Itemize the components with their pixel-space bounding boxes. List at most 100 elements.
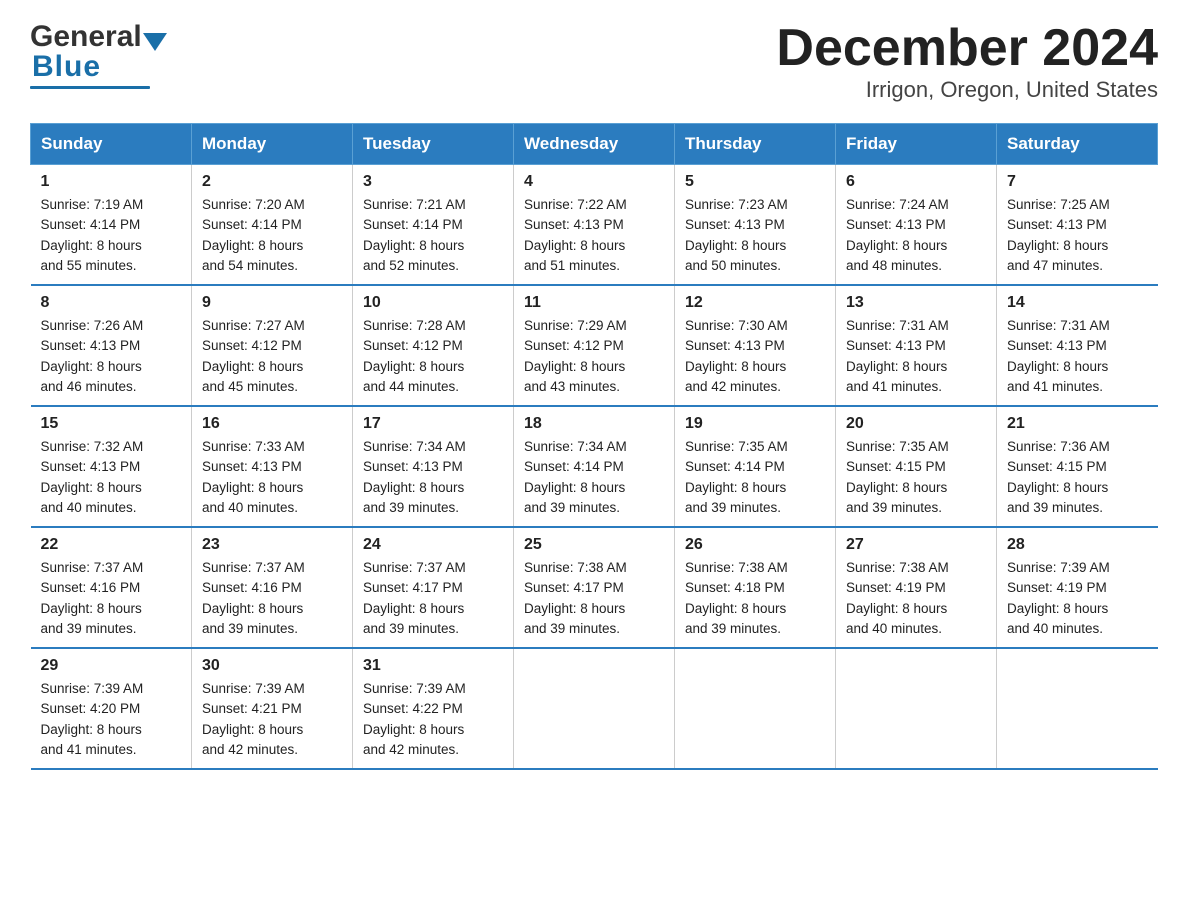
day-number: 5: [685, 173, 825, 191]
calendar-cell: 26 Sunrise: 7:38 AM Sunset: 4:18 PM Dayl…: [675, 527, 836, 648]
day-info: Sunrise: 7:26 AM Sunset: 4:13 PM Dayligh…: [41, 316, 182, 397]
calendar-cell: 15 Sunrise: 7:32 AM Sunset: 4:13 PM Dayl…: [31, 406, 192, 527]
day-number: 29: [41, 657, 182, 675]
logo-blue-text: Blue: [32, 50, 101, 84]
calendar-cell: 17 Sunrise: 7:34 AM Sunset: 4:13 PM Dayl…: [353, 406, 514, 527]
calendar-cell: 7 Sunrise: 7:25 AM Sunset: 4:13 PM Dayli…: [997, 165, 1158, 286]
header-sunday: Sunday: [31, 124, 192, 165]
header-monday: Monday: [192, 124, 353, 165]
day-number: 23: [202, 536, 342, 554]
day-number: 11: [524, 294, 664, 312]
calendar-cell: 22 Sunrise: 7:37 AM Sunset: 4:16 PM Dayl…: [31, 527, 192, 648]
calendar-cell: 2 Sunrise: 7:20 AM Sunset: 4:14 PM Dayli…: [192, 165, 353, 286]
calendar-cell: [514, 648, 675, 769]
calendar-subtitle: Irrigon, Oregon, United States: [776, 77, 1158, 103]
day-info: Sunrise: 7:21 AM Sunset: 4:14 PM Dayligh…: [363, 195, 503, 276]
header-tuesday: Tuesday: [353, 124, 514, 165]
day-number: 20: [846, 415, 986, 433]
day-number: 10: [363, 294, 503, 312]
day-info: Sunrise: 7:32 AM Sunset: 4:13 PM Dayligh…: [41, 437, 182, 518]
week-row-1: 1 Sunrise: 7:19 AM Sunset: 4:14 PM Dayli…: [31, 165, 1158, 286]
day-info: Sunrise: 7:36 AM Sunset: 4:15 PM Dayligh…: [1007, 437, 1148, 518]
day-number: 1: [41, 173, 182, 191]
day-info: Sunrise: 7:23 AM Sunset: 4:13 PM Dayligh…: [685, 195, 825, 276]
day-info: Sunrise: 7:35 AM Sunset: 4:15 PM Dayligh…: [846, 437, 986, 518]
calendar-cell: [997, 648, 1158, 769]
day-info: Sunrise: 7:31 AM Sunset: 4:13 PM Dayligh…: [1007, 316, 1148, 397]
calendar-cell: 18 Sunrise: 7:34 AM Sunset: 4:14 PM Dayl…: [514, 406, 675, 527]
calendar-cell: 16 Sunrise: 7:33 AM Sunset: 4:13 PM Dayl…: [192, 406, 353, 527]
day-info: Sunrise: 7:34 AM Sunset: 4:13 PM Dayligh…: [363, 437, 503, 518]
day-info: Sunrise: 7:37 AM Sunset: 4:17 PM Dayligh…: [363, 558, 503, 639]
day-info: Sunrise: 7:38 AM Sunset: 4:17 PM Dayligh…: [524, 558, 664, 639]
day-info: Sunrise: 7:30 AM Sunset: 4:13 PM Dayligh…: [685, 316, 825, 397]
day-number: 8: [41, 294, 182, 312]
day-number: 31: [363, 657, 503, 675]
day-number: 13: [846, 294, 986, 312]
day-info: Sunrise: 7:39 AM Sunset: 4:20 PM Dayligh…: [41, 679, 182, 760]
day-number: 6: [846, 173, 986, 191]
calendar-cell: 31 Sunrise: 7:39 AM Sunset: 4:22 PM Dayl…: [353, 648, 514, 769]
calendar-cell: 13 Sunrise: 7:31 AM Sunset: 4:13 PM Dayl…: [836, 285, 997, 406]
day-number: 15: [41, 415, 182, 433]
day-info: Sunrise: 7:33 AM Sunset: 4:13 PM Dayligh…: [202, 437, 342, 518]
day-number: 14: [1007, 294, 1148, 312]
calendar-cell: 5 Sunrise: 7:23 AM Sunset: 4:13 PM Dayli…: [675, 165, 836, 286]
day-info: Sunrise: 7:37 AM Sunset: 4:16 PM Dayligh…: [41, 558, 182, 639]
calendar-cell: 10 Sunrise: 7:28 AM Sunset: 4:12 PM Dayl…: [353, 285, 514, 406]
day-info: Sunrise: 7:38 AM Sunset: 4:18 PM Dayligh…: [685, 558, 825, 639]
day-info: Sunrise: 7:39 AM Sunset: 4:19 PM Dayligh…: [1007, 558, 1148, 639]
calendar-cell: 8 Sunrise: 7:26 AM Sunset: 4:13 PM Dayli…: [31, 285, 192, 406]
day-number: 3: [363, 173, 503, 191]
day-number: 7: [1007, 173, 1148, 191]
day-info: Sunrise: 7:19 AM Sunset: 4:14 PM Dayligh…: [41, 195, 182, 276]
day-info: Sunrise: 7:27 AM Sunset: 4:12 PM Dayligh…: [202, 316, 342, 397]
day-info: Sunrise: 7:28 AM Sunset: 4:12 PM Dayligh…: [363, 316, 503, 397]
calendar-cell: 3 Sunrise: 7:21 AM Sunset: 4:14 PM Dayli…: [353, 165, 514, 286]
calendar-cell: 20 Sunrise: 7:35 AM Sunset: 4:15 PM Dayl…: [836, 406, 997, 527]
day-number: 4: [524, 173, 664, 191]
calendar-cell: 25 Sunrise: 7:38 AM Sunset: 4:17 PM Dayl…: [514, 527, 675, 648]
day-info: Sunrise: 7:39 AM Sunset: 4:21 PM Dayligh…: [202, 679, 342, 760]
day-number: 25: [524, 536, 664, 554]
day-number: 21: [1007, 415, 1148, 433]
page-header: General Blue December 2024 Irrigon, Oreg…: [30, 20, 1158, 103]
calendar-cell: 27 Sunrise: 7:38 AM Sunset: 4:19 PM Dayl…: [836, 527, 997, 648]
header-thursday: Thursday: [675, 124, 836, 165]
calendar-cell: 9 Sunrise: 7:27 AM Sunset: 4:12 PM Dayli…: [192, 285, 353, 406]
calendar-cell: 24 Sunrise: 7:37 AM Sunset: 4:17 PM Dayl…: [353, 527, 514, 648]
day-info: Sunrise: 7:37 AM Sunset: 4:16 PM Dayligh…: [202, 558, 342, 639]
calendar-cell: [675, 648, 836, 769]
day-number: 2: [202, 173, 342, 191]
calendar-cell: 14 Sunrise: 7:31 AM Sunset: 4:13 PM Dayl…: [997, 285, 1158, 406]
week-row-2: 8 Sunrise: 7:26 AM Sunset: 4:13 PM Dayli…: [31, 285, 1158, 406]
logo-underline: [30, 86, 150, 89]
calendar-cell: 28 Sunrise: 7:39 AM Sunset: 4:19 PM Dayl…: [997, 527, 1158, 648]
day-number: 22: [41, 536, 182, 554]
day-number: 16: [202, 415, 342, 433]
calendar-cell: 23 Sunrise: 7:37 AM Sunset: 4:16 PM Dayl…: [192, 527, 353, 648]
day-number: 19: [685, 415, 825, 433]
title-block: December 2024 Irrigon, Oregon, United St…: [776, 20, 1158, 103]
logo-general-text: General: [30, 20, 142, 54]
day-info: Sunrise: 7:25 AM Sunset: 4:13 PM Dayligh…: [1007, 195, 1148, 276]
week-row-4: 22 Sunrise: 7:37 AM Sunset: 4:16 PM Dayl…: [31, 527, 1158, 648]
calendar-cell: 6 Sunrise: 7:24 AM Sunset: 4:13 PM Dayli…: [836, 165, 997, 286]
logo: General Blue: [30, 20, 168, 89]
day-info: Sunrise: 7:31 AM Sunset: 4:13 PM Dayligh…: [846, 316, 986, 397]
day-number: 30: [202, 657, 342, 675]
week-row-3: 15 Sunrise: 7:32 AM Sunset: 4:13 PM Dayl…: [31, 406, 1158, 527]
day-info: Sunrise: 7:29 AM Sunset: 4:12 PM Dayligh…: [524, 316, 664, 397]
calendar-cell: 19 Sunrise: 7:35 AM Sunset: 4:14 PM Dayl…: [675, 406, 836, 527]
day-info: Sunrise: 7:22 AM Sunset: 4:13 PM Dayligh…: [524, 195, 664, 276]
calendar-cell: [836, 648, 997, 769]
header-saturday: Saturday: [997, 124, 1158, 165]
day-info: Sunrise: 7:35 AM Sunset: 4:14 PM Dayligh…: [685, 437, 825, 518]
day-number: 9: [202, 294, 342, 312]
calendar-header-row: SundayMondayTuesdayWednesdayThursdayFrid…: [31, 124, 1158, 165]
day-info: Sunrise: 7:20 AM Sunset: 4:14 PM Dayligh…: [202, 195, 342, 276]
calendar-cell: 29 Sunrise: 7:39 AM Sunset: 4:20 PM Dayl…: [31, 648, 192, 769]
day-number: 24: [363, 536, 503, 554]
day-number: 26: [685, 536, 825, 554]
day-number: 18: [524, 415, 664, 433]
